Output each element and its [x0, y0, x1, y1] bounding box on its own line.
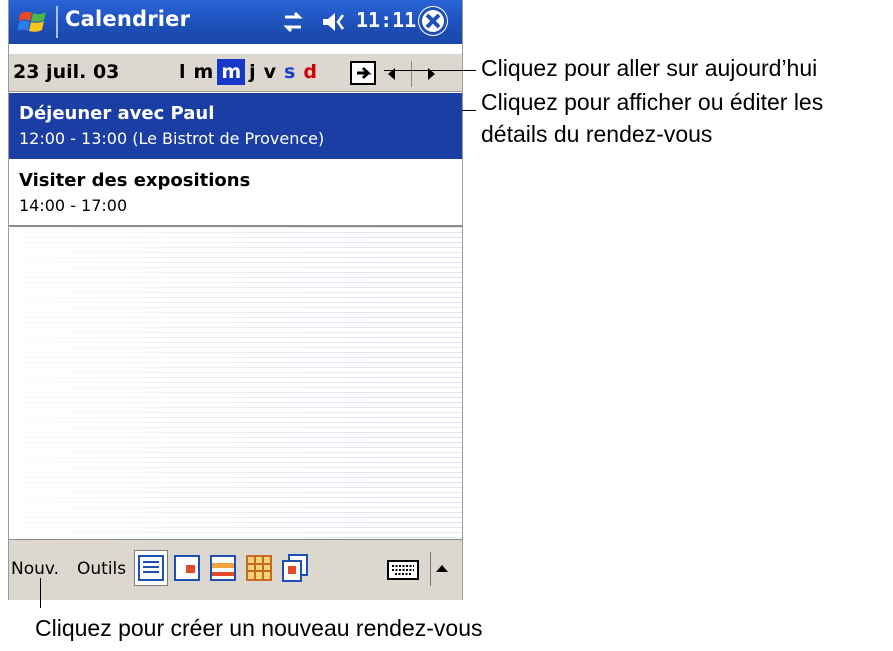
- title-separator: [56, 6, 58, 38]
- day-button[interactable]: m: [217, 59, 246, 85]
- appointment-item[interactable]: Visiter des expositions 14:00 - 17:00: [9, 160, 462, 227]
- appointment-list: Déjeuner avec Paul 12:00 - 13:00 (Le Bis…: [9, 93, 462, 539]
- new-menu[interactable]: Nouv.: [11, 559, 59, 579]
- day-button[interactable]: s: [280, 59, 299, 85]
- day-button[interactable]: j: [245, 59, 260, 85]
- connectivity-icon[interactable]: [281, 11, 305, 33]
- year-view-icon[interactable]: [279, 551, 311, 585]
- day-view-icon[interactable]: [171, 551, 203, 585]
- appointment-title: Visiter des expositions: [19, 170, 251, 191]
- app-title: Calendrier: [65, 7, 191, 31]
- tools-menu[interactable]: Outils: [77, 559, 126, 579]
- callout-today: Cliquez pour aller sur aujourd’hui: [481, 55, 818, 81]
- appointment-time: 12:00 - 13:00 (Le Bistrot de Provence): [19, 129, 325, 148]
- day-button[interactable]: v: [260, 59, 280, 85]
- nav-separator: [411, 61, 412, 87]
- month-view-icon[interactable]: [243, 551, 275, 585]
- appointment-title: Déjeuner avec Paul: [19, 103, 215, 124]
- close-icon: [419, 7, 447, 35]
- arrow-right-icon[interactable]: [417, 62, 445, 86]
- volume-icon[interactable]: [321, 11, 349, 33]
- clock[interactable]: 11:11: [356, 8, 416, 32]
- current-date[interactable]: 23 juil. 03: [13, 61, 119, 83]
- command-bar: Nouv. Outils: [9, 539, 462, 600]
- appointment-item[interactable]: Déjeuner avec Paul 12:00 - 13:00 (Le Bis…: [9, 93, 462, 159]
- date-bar: 23 juil. 03 lmmjvsd: [9, 54, 462, 92]
- close-button[interactable]: [418, 6, 448, 36]
- callout-line-today: [384, 70, 476, 71]
- day-button[interactable]: l: [175, 59, 190, 85]
- arrow-up-icon[interactable]: [430, 552, 451, 586]
- day-button[interactable]: d: [299, 59, 321, 85]
- callout-details-line2: détails du rendez-vous: [481, 121, 713, 147]
- windows-start-icon[interactable]: [17, 6, 49, 38]
- arrow-left-icon[interactable]: [379, 62, 407, 86]
- goto-today-icon[interactable]: [348, 59, 378, 87]
- agenda-view-icon[interactable]: [134, 550, 168, 586]
- callout-line-new: [40, 578, 41, 608]
- callout-new: Cliquez pour créer un nouveau rendez-vou…: [35, 615, 483, 641]
- appointment-time: 14:00 - 17:00: [19, 196, 128, 215]
- pocket-pc-screen: Calendrier 11:11 23 juil. 03 lmmjvsd Déj…: [8, 0, 463, 600]
- callout-details-line1: Cliquez pour afficher ou éditer les: [481, 89, 824, 115]
- week-day-selector: lmmjvsd: [175, 59, 321, 85]
- keyboard-icon[interactable]: [387, 560, 419, 580]
- title-bar: Calendrier 11:11: [9, 0, 462, 44]
- week-view-icon[interactable]: [207, 551, 239, 585]
- day-button[interactable]: m: [190, 59, 218, 85]
